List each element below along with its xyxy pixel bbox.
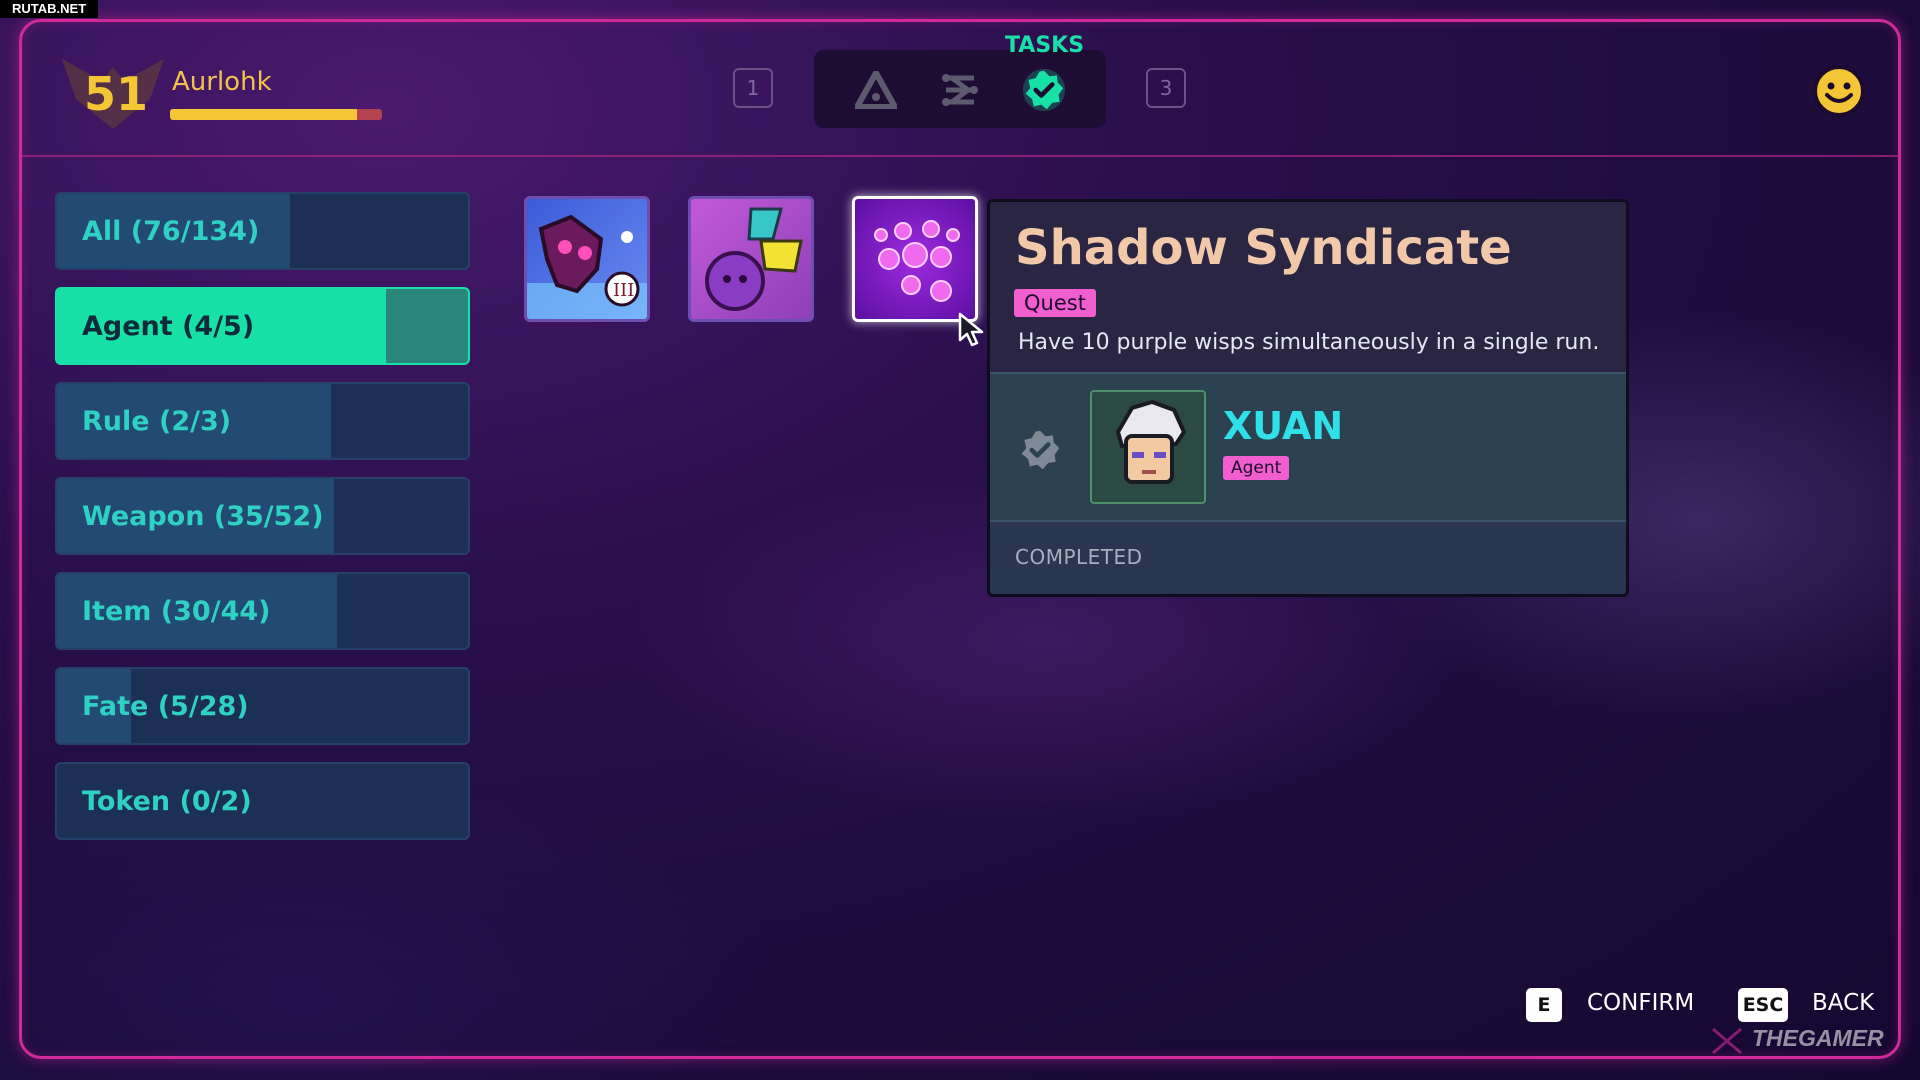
achievement-tile-creature[interactable]: III [524, 196, 650, 322]
category-label: Agent (4/5) [82, 310, 255, 342]
achievement-tile-fruits[interactable] [688, 196, 814, 322]
tab-group [814, 50, 1106, 128]
confirm-button[interactable]: CONFIRM [1587, 990, 1694, 1016]
svg-text:III: III [613, 280, 634, 301]
triangle-warning-icon[interactable] [854, 68, 898, 112]
category-label: Weapon (35/52) [82, 500, 324, 532]
pixel-fruit-icon [705, 207, 803, 311]
category-label: Token (0/2) [82, 785, 252, 817]
smiley-face-icon[interactable] [1812, 64, 1866, 118]
category-fate[interactable]: Fate (5/28) [55, 667, 470, 745]
tab-tasks-label: TASKS [1005, 33, 1085, 58]
verified-check-icon[interactable] [1022, 68, 1066, 112]
achievement-description: Have 10 purple wisps simultaneously in a… [1018, 330, 1600, 355]
achievement-tile-shadow-syndicate[interactable] [852, 196, 978, 322]
tab-page-1-key[interactable]: 1 [733, 68, 773, 108]
brand-watermark: THEGAMER [1752, 1025, 1884, 1051]
brand-logo-icon [1710, 1026, 1744, 1056]
pixel-creature-icon: III [527, 214, 647, 319]
category-rule[interactable]: Rule (2/3) [55, 382, 470, 460]
completion-status: COMPLETED [1015, 545, 1143, 569]
xp-bar-fill [170, 109, 357, 120]
achievement-title: Shadow Syndicate [1015, 220, 1512, 276]
quest-badge: Quest [1014, 289, 1096, 317]
category-agent[interactable]: Agent (4/5) [55, 287, 470, 365]
tooltip-header: Shadow Syndicate Quest Have 10 purple wi… [990, 202, 1626, 372]
mouse-cursor-icon [958, 312, 986, 348]
level-badge: 51 [62, 59, 164, 129]
category-item[interactable]: Item (30/44) [55, 572, 470, 650]
player-name: Aurlohk [172, 67, 272, 97]
reward-section: XUAN Agent [990, 372, 1626, 522]
confirm-key-hint[interactable]: E [1526, 988, 1562, 1022]
category-label: Rule (2/3) [82, 405, 232, 437]
header-divider [22, 155, 1898, 157]
category-all[interactable]: All (76/134) [55, 192, 470, 270]
agent-portrait [1090, 390, 1206, 504]
tab-page-3-key[interactable]: 3 [1146, 68, 1186, 108]
category-label: Fate (5/28) [82, 690, 249, 722]
purple-wisps-icon [874, 220, 960, 302]
category-weapon[interactable]: Weapon (35/52) [55, 477, 470, 555]
agent-badge: Agent [1223, 456, 1290, 480]
level-number: 51 [84, 67, 149, 121]
category-label: All (76/134) [82, 215, 260, 247]
achievement-tooltip: Shadow Syndicate Quest Have 10 purple wi… [987, 199, 1629, 597]
nodes-icon[interactable] [938, 68, 982, 112]
back-key-hint[interactable]: ESC [1738, 988, 1788, 1022]
category-label: Item (30/44) [82, 595, 271, 627]
player-info: 51 Aurlohk [62, 55, 392, 129]
back-button[interactable]: BACK [1812, 990, 1874, 1016]
category-token[interactable]: Token (0/2) [55, 762, 470, 840]
site-watermark: RUTAB.NET [0, 0, 99, 18]
agent-avatar-icon [1115, 399, 1187, 484]
xp-bar [170, 109, 382, 120]
agent-name: XUAN [1223, 404, 1344, 448]
verified-check-icon [1018, 428, 1062, 472]
